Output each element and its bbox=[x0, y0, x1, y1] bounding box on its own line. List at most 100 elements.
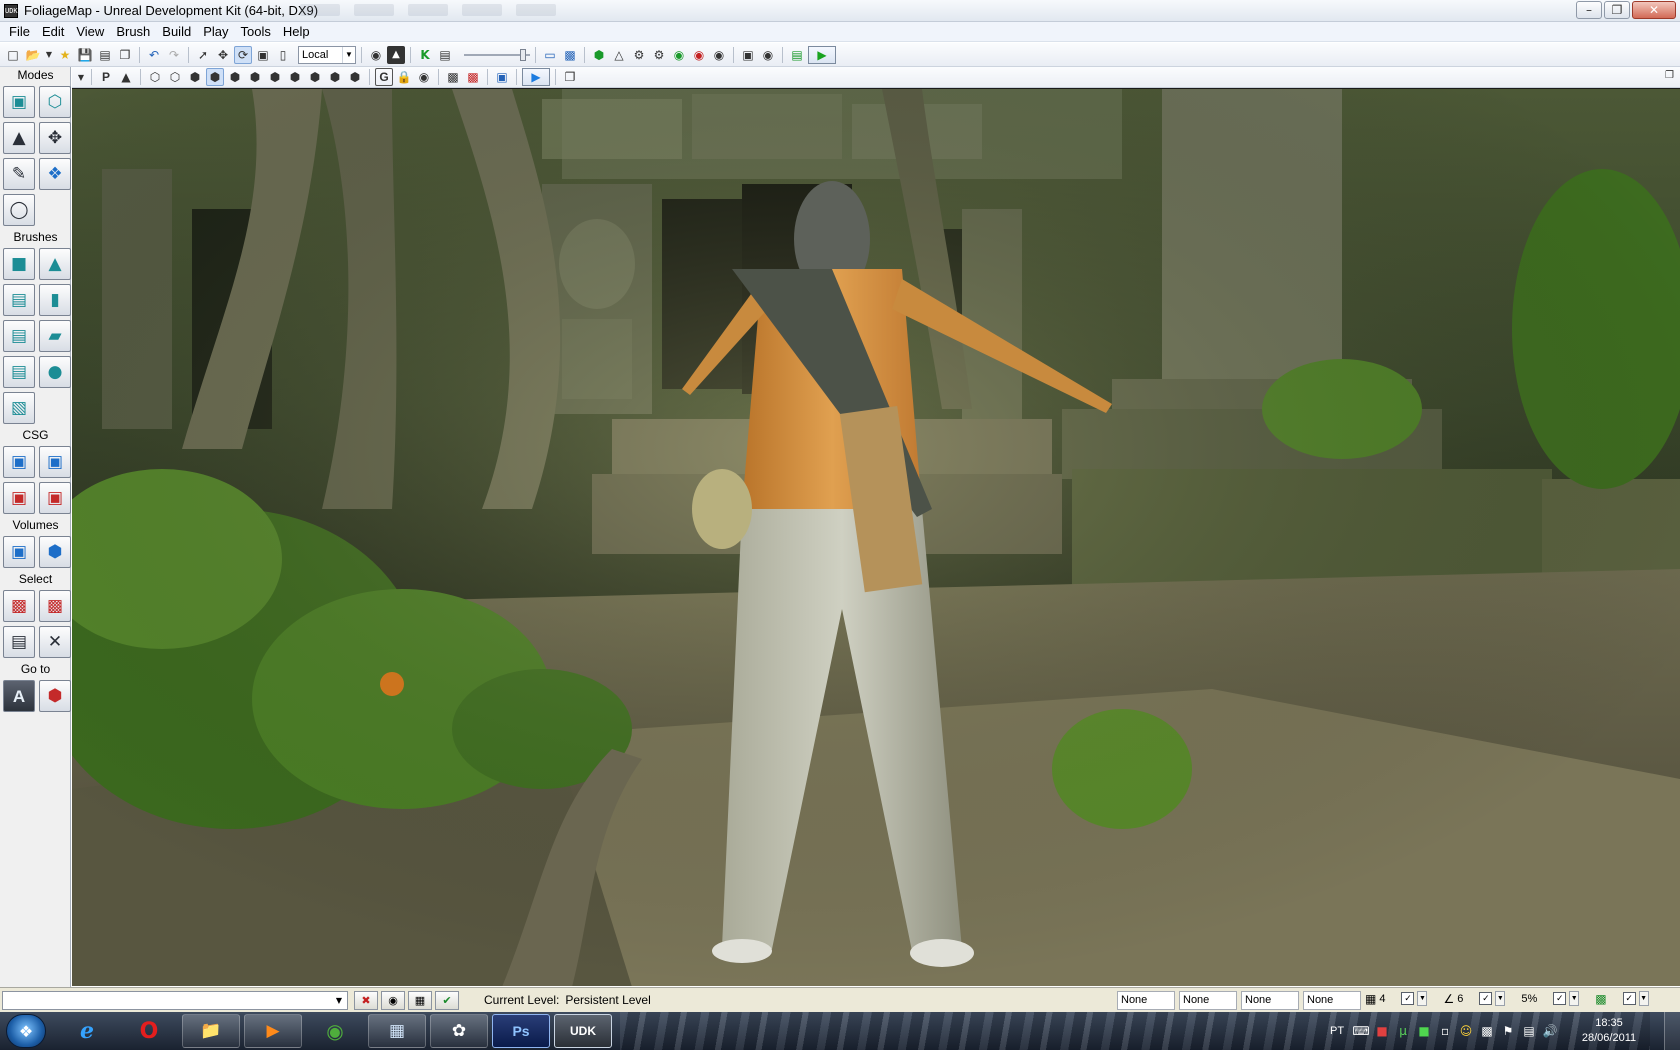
curved-stair-button[interactable]: ▤ bbox=[3, 284, 35, 316]
game-view-g-button[interactable]: G bbox=[375, 68, 393, 86]
taskbar-photoshop[interactable]: Ps bbox=[492, 1014, 550, 1048]
texture-density-icon[interactable]: ⬢ bbox=[286, 68, 304, 86]
menu-help[interactable]: Help bbox=[277, 24, 316, 39]
volume-icon[interactable]: 🔊 bbox=[1542, 1023, 1558, 1039]
taskbar-opera[interactable]: O bbox=[120, 1014, 178, 1048]
kismet-icon[interactable]: ▲ bbox=[387, 45, 405, 64]
build-cover-icon[interactable]: △ bbox=[610, 46, 628, 64]
stop-icon[interactable]: ✖ bbox=[354, 991, 378, 1010]
network-adapter-icon[interactable]: ▩ bbox=[1479, 1023, 1495, 1039]
eye-icon[interactable]: ◉ bbox=[415, 68, 433, 86]
mesh-paint-mode-button[interactable]: ✎ bbox=[3, 158, 35, 190]
landscape-mode-button[interactable]: ◯ bbox=[3, 194, 35, 226]
build-texture-icon[interactable]: ◉ bbox=[670, 46, 688, 64]
chat-icon[interactable]: ▫ bbox=[1437, 1023, 1453, 1039]
drag-grid-slider[interactable] bbox=[464, 47, 530, 63]
csg-intersect-button[interactable]: ▣ bbox=[3, 482, 35, 514]
taskbar-chrome[interactable]: ◉ bbox=[306, 1014, 364, 1048]
translate-icon[interactable]: ✥ bbox=[214, 46, 232, 64]
show-all-button[interactable]: ✕ bbox=[39, 626, 71, 658]
menu-file[interactable]: File bbox=[3, 24, 36, 39]
select-cursor-icon[interactable]: ➚ bbox=[194, 46, 212, 64]
wireframe-icon[interactable]: ⬡ bbox=[166, 68, 184, 86]
open-dropdown-icon[interactable]: ▼ bbox=[44, 46, 54, 64]
light-complexity-icon[interactable]: ⬢ bbox=[266, 68, 284, 86]
redo-icon[interactable]: ↷ bbox=[165, 46, 183, 64]
keyboard-icon[interactable]: ⌨ bbox=[1352, 1023, 1369, 1039]
utorrent-icon[interactable]: μ bbox=[1395, 1023, 1411, 1039]
kismet-k-icon[interactable]: K bbox=[416, 46, 434, 64]
add-volume-button[interactable]: ▣ bbox=[3, 536, 35, 568]
smiley-icon[interactable]: ☺ bbox=[1458, 1023, 1474, 1039]
float-viewport-icon[interactable]: ❐ bbox=[561, 68, 579, 86]
new-map-icon[interactable]: □ bbox=[4, 46, 22, 64]
build-lighting-red-icon[interactable]: ◉ bbox=[690, 46, 708, 64]
shader-complexity-icon[interactable]: ⬢ bbox=[306, 68, 324, 86]
menu-play[interactable]: Play bbox=[197, 24, 234, 39]
menu-tools[interactable]: Tools bbox=[235, 24, 277, 39]
drag-field-z[interactable]: None bbox=[1241, 991, 1299, 1010]
network-icon[interactable]: ▤ bbox=[1521, 1023, 1537, 1039]
scale-icon[interactable]: ▣ bbox=[254, 46, 272, 64]
detail-lighting-icon[interactable]: ⬢ bbox=[226, 68, 244, 86]
udk-app-icon[interactable]: UDK bbox=[4, 3, 18, 18]
start-button[interactable]: ❖ bbox=[6, 1014, 46, 1048]
build-geometry-icon[interactable]: ▭ bbox=[541, 46, 559, 64]
scale-snap-checkbox[interactable]: ✓ bbox=[1553, 992, 1567, 1005]
camera-mode-button[interactable]: ▣ bbox=[3, 86, 35, 118]
minimize-button[interactable]: – bbox=[1576, 1, 1602, 19]
nonuniform-scale-icon[interactable]: ▯ bbox=[274, 46, 292, 64]
slider-thumb[interactable] bbox=[520, 48, 526, 61]
check-icon[interactable]: ✔ bbox=[435, 991, 459, 1010]
lit-icon[interactable]: ⬢ bbox=[206, 68, 224, 86]
build-all-icon[interactable]: ⚙ bbox=[630, 46, 648, 64]
lighting-only-icon[interactable]: ⬢ bbox=[246, 68, 264, 86]
lighting-info-icon[interactable]: ◉ bbox=[710, 46, 728, 64]
grid-snap-checkbox[interactable]: ✓ bbox=[1401, 992, 1415, 1005]
rotation-snap-spinner[interactable]: ▼ bbox=[1495, 991, 1506, 1006]
menu-build[interactable]: Build bbox=[156, 24, 197, 39]
maximize-button[interactable]: ❐ bbox=[1604, 1, 1630, 19]
streaming-volume-icon[interactable]: ▣ bbox=[493, 68, 511, 86]
hide-selected-button[interactable]: ▩ bbox=[39, 590, 71, 622]
antivirus-shield-icon[interactable]: ■ bbox=[1374, 1023, 1390, 1039]
drag-field-y[interactable]: None bbox=[1179, 991, 1237, 1010]
build-lighting-icon[interactable]: ▩ bbox=[561, 46, 579, 64]
cone-brush-button[interactable]: ▲ bbox=[39, 248, 71, 280]
autosave-spinner[interactable]: ▼ bbox=[1638, 991, 1649, 1006]
chevron-down-icon[interactable]: ▼ bbox=[331, 992, 347, 1009]
console-icon[interactable]: ▣ bbox=[739, 46, 757, 64]
drag-field-w[interactable]: None bbox=[1303, 991, 1361, 1010]
csg-subtract-button[interactable]: ▣ bbox=[39, 446, 71, 478]
menu-brush[interactable]: Brush bbox=[110, 24, 156, 39]
cube-brush-button[interactable]: ■ bbox=[3, 248, 35, 280]
select-inverse-button[interactable]: ▤ bbox=[3, 626, 35, 658]
language-indicator[interactable]: PT bbox=[1330, 1025, 1344, 1037]
save-icon[interactable]: 💾 bbox=[76, 46, 94, 64]
taskbar-clock[interactable]: 18:35 28/06/2011 bbox=[1574, 1016, 1644, 1046]
autosave-icon[interactable]: ▩ bbox=[1595, 992, 1606, 1006]
menu-edit[interactable]: Edit bbox=[36, 24, 70, 39]
close-button[interactable]: ✕ bbox=[1632, 1, 1676, 19]
open-icon[interactable]: 📂 bbox=[24, 46, 42, 64]
perspective-viewport[interactable] bbox=[72, 88, 1680, 986]
realtime-icon[interactable]: ▩ bbox=[464, 68, 482, 86]
command-input[interactable]: ▼ bbox=[2, 991, 348, 1010]
geometry-mode-button[interactable]: ⬡ bbox=[39, 86, 71, 118]
cylinder-brush-button[interactable]: ▮ bbox=[39, 284, 71, 316]
goto-builder-brush-button[interactable]: ⬢ bbox=[39, 680, 71, 712]
undo-icon[interactable]: ↶ bbox=[145, 46, 163, 64]
sheet-brush-button[interactable]: ▰ bbox=[39, 320, 71, 352]
taskbar-explorer[interactable]: 📁 bbox=[182, 1014, 240, 1048]
taskbar-app[interactable]: ✿ bbox=[430, 1014, 488, 1048]
move-mode-button[interactable]: ✥ bbox=[39, 122, 71, 154]
green-status-icon[interactable]: ■ bbox=[1416, 1023, 1432, 1039]
csg-add-button[interactable]: ▣ bbox=[3, 446, 35, 478]
play-in-viewport-button[interactable]: ▶ bbox=[522, 68, 550, 86]
play-in-editor-button[interactable]: ▶ bbox=[808, 45, 836, 64]
play-on-pc-icon[interactable]: ▤ bbox=[788, 46, 806, 64]
terrain-mode-button[interactable]: ▲ bbox=[3, 122, 35, 154]
content-browser-icon[interactable]: ▤ bbox=[436, 46, 454, 64]
save-all-icon[interactable]: ▤ bbox=[96, 46, 114, 64]
modes-dropdown-icon[interactable]: ▼ bbox=[76, 68, 86, 86]
